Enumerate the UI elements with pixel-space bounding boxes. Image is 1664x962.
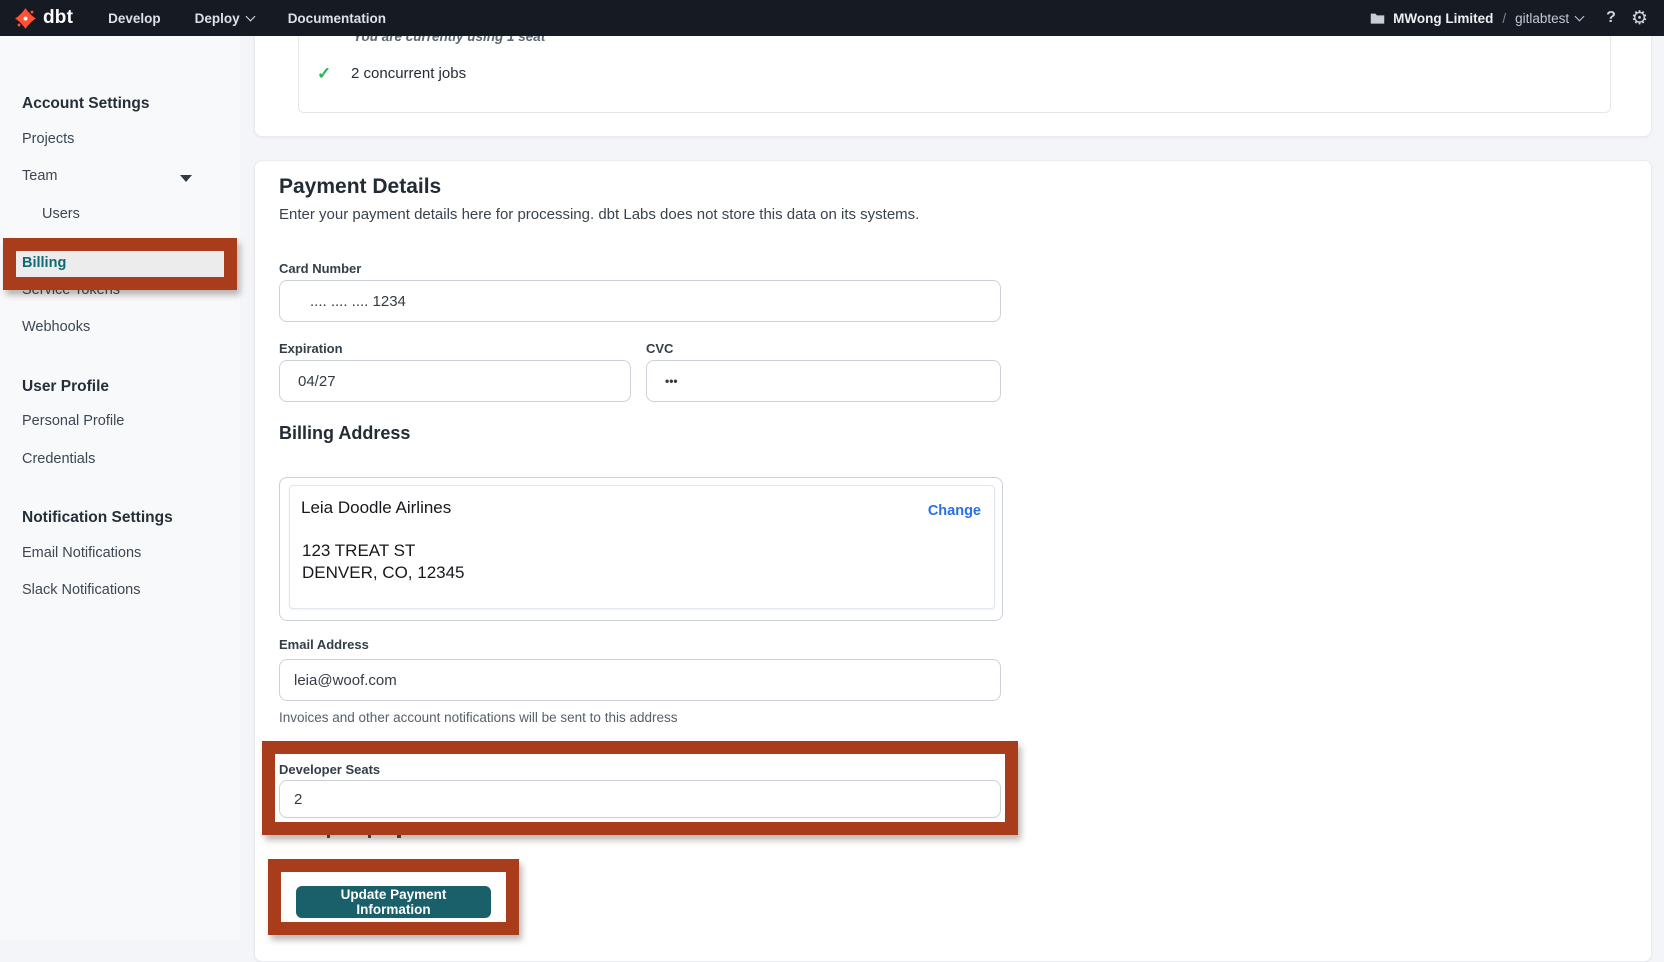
check-icon: ✓ xyxy=(317,65,331,82)
payment-details-description: Enter your payment details here for proc… xyxy=(279,206,919,223)
card-number-input[interactable] xyxy=(279,280,1001,322)
sidebar-item-team[interactable]: Team xyxy=(22,168,57,184)
account-switcher[interactable]: MWong Limited xyxy=(1370,11,1493,26)
sidebar-heading-user-profile: User Profile xyxy=(22,378,109,396)
breadcrumb-separator: / xyxy=(1502,11,1506,26)
sidebar-item-webhooks[interactable]: Webhooks xyxy=(22,319,90,335)
change-address-link[interactable]: Change xyxy=(928,503,981,519)
sidebar-item-credentials[interactable]: Credentials xyxy=(22,451,95,467)
payment-card: Payment Details Enter your payment detai… xyxy=(254,160,1652,962)
help-icon[interactable]: ? xyxy=(1606,9,1616,27)
dbt-logo-icon xyxy=(14,7,37,30)
sidebar-item-email-notifications[interactable]: Email Notifications xyxy=(22,545,141,561)
sidebar-heading-account-settings: Account Settings xyxy=(22,95,149,113)
expiration-label: Expiration xyxy=(279,341,343,356)
update-payment-button[interactable]: Update Payment Information xyxy=(296,886,491,918)
chevron-down-icon[interactable] xyxy=(180,175,192,182)
obscured-text-fragment xyxy=(397,834,401,838)
dbt-brand[interactable]: dbt xyxy=(0,7,91,30)
gear-icon[interactable]: ⚙ xyxy=(1631,9,1648,28)
sidebar-item-service-tokens[interactable]: Service Tokens xyxy=(22,282,120,298)
nav-item-deploy-label: Deploy xyxy=(195,11,240,26)
sidebar: Account Settings Projects Team Users Bil… xyxy=(0,36,240,940)
email-address-input[interactable] xyxy=(279,659,1001,701)
project-switcher[interactable]: gitlabtest xyxy=(1515,11,1583,26)
usage-feature-text: 2 concurrent jobs xyxy=(351,65,466,82)
cvc-label: CVC xyxy=(646,341,673,356)
billing-address-line1: 123 TREAT ST xyxy=(302,540,415,562)
card-number-label: Card Number xyxy=(279,261,361,276)
nav-item-documentation[interactable]: Documentation xyxy=(288,11,386,26)
developer-seats-label: Developer Seats xyxy=(279,762,380,777)
billing-address-box: Leia Doodle Airlines Change 123 TREAT ST… xyxy=(279,477,1003,621)
account-name: MWong Limited xyxy=(1393,11,1493,26)
email-helper-text: Invoices and other account notifications… xyxy=(279,710,677,725)
usage-card: You are currently using 1 seat ✓ 2 concu… xyxy=(254,20,1652,137)
developer-seats-input[interactable] xyxy=(279,780,1001,818)
project-name: gitlabtest xyxy=(1515,11,1569,26)
cvc-input[interactable] xyxy=(646,360,1001,402)
expiration-input[interactable] xyxy=(279,360,631,402)
sidebar-heading-notification-settings: Notification Settings xyxy=(22,509,173,527)
brand-text: dbt xyxy=(43,7,73,29)
billing-address-line2: DENVER, CO, 12345 xyxy=(302,562,465,584)
nav-item-deploy[interactable]: Deploy xyxy=(195,11,254,26)
billing-address-name: Leia Doodle Airlines xyxy=(301,498,451,518)
top-navbar: dbt Develop Deploy Documentation MWong L… xyxy=(0,0,1664,36)
billing-address-inner: Leia Doodle Airlines Change 123 TREAT ST… xyxy=(289,485,995,609)
nav-item-develop[interactable]: Develop xyxy=(108,11,161,26)
folder-icon xyxy=(1370,12,1385,25)
sidebar-item-billing[interactable]: Billing xyxy=(22,255,66,271)
navbar-right: MWong Limited / gitlabtest ? ⚙ xyxy=(1370,9,1664,28)
obscured-text-fragment xyxy=(368,834,371,838)
payment-details-title: Payment Details xyxy=(279,175,441,199)
obscured-text-fragment xyxy=(327,835,330,838)
sidebar-item-slack-notifications[interactable]: Slack Notifications xyxy=(22,582,140,598)
chevron-down-icon xyxy=(245,12,255,22)
sidebar-item-personal-profile[interactable]: Personal Profile xyxy=(22,413,124,429)
sidebar-item-projects[interactable]: Projects xyxy=(22,131,74,147)
sidebar-item-users[interactable]: Users xyxy=(42,206,80,222)
billing-address-title: Billing Address xyxy=(279,423,410,444)
chevron-down-icon xyxy=(1575,12,1585,22)
email-address-label: Email Address xyxy=(279,637,369,652)
